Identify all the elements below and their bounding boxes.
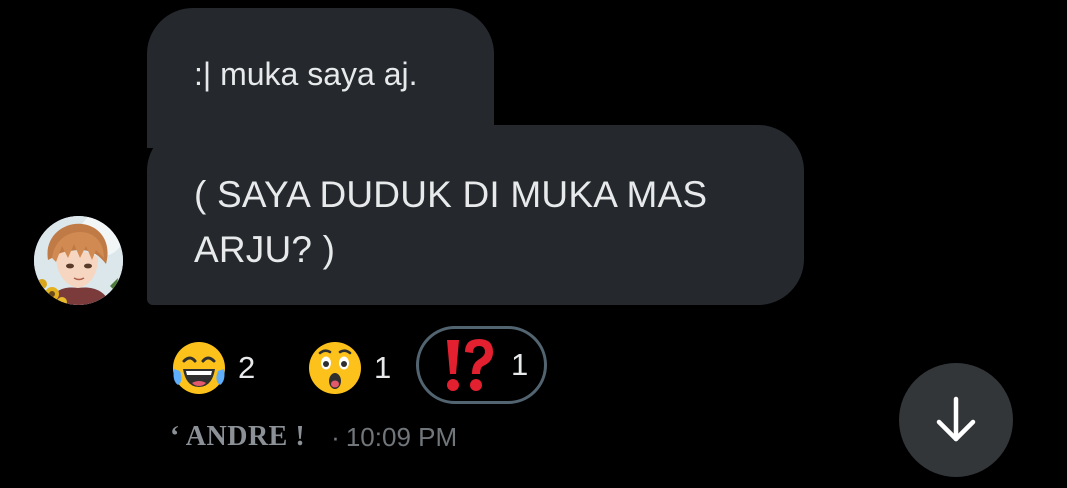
message-timestamp: 10:09 PM xyxy=(345,421,458,452)
message-bubble[interactable]: ( SAYA DUDUK DI MUKA MAS ARJU? ) xyxy=(147,125,804,305)
reaction-count: 1 xyxy=(511,347,529,382)
reaction-count: 2 xyxy=(238,349,256,385)
arrow-down-icon xyxy=(936,396,976,442)
message-meta: ‘ ANDRE ! · 10:09 PM xyxy=(170,419,457,455)
avatar[interactable] xyxy=(34,216,123,305)
meta-separator: · xyxy=(331,421,340,452)
sender-name[interactable]: ‘ ANDRE ! xyxy=(170,421,305,453)
reaction-pill-selected[interactable]: 1 xyxy=(416,326,547,404)
scroll-to-bottom-button[interactable] xyxy=(899,363,1013,477)
exclamation-question-emoji-icon xyxy=(443,336,497,394)
anime-avatar-icon xyxy=(34,216,123,305)
reaction-pill[interactable]: 1 xyxy=(306,328,391,407)
astonished-face-emoji-icon xyxy=(306,339,364,397)
reaction-pill[interactable]: 2 xyxy=(170,328,255,407)
message-text: :| muka saya aj. xyxy=(194,56,418,92)
laughing-tears-emoji-icon xyxy=(170,339,228,397)
reaction-count: 1 xyxy=(374,349,392,385)
message-text: ( SAYA DUDUK DI MUKA MAS ARJU? ) xyxy=(194,174,708,270)
